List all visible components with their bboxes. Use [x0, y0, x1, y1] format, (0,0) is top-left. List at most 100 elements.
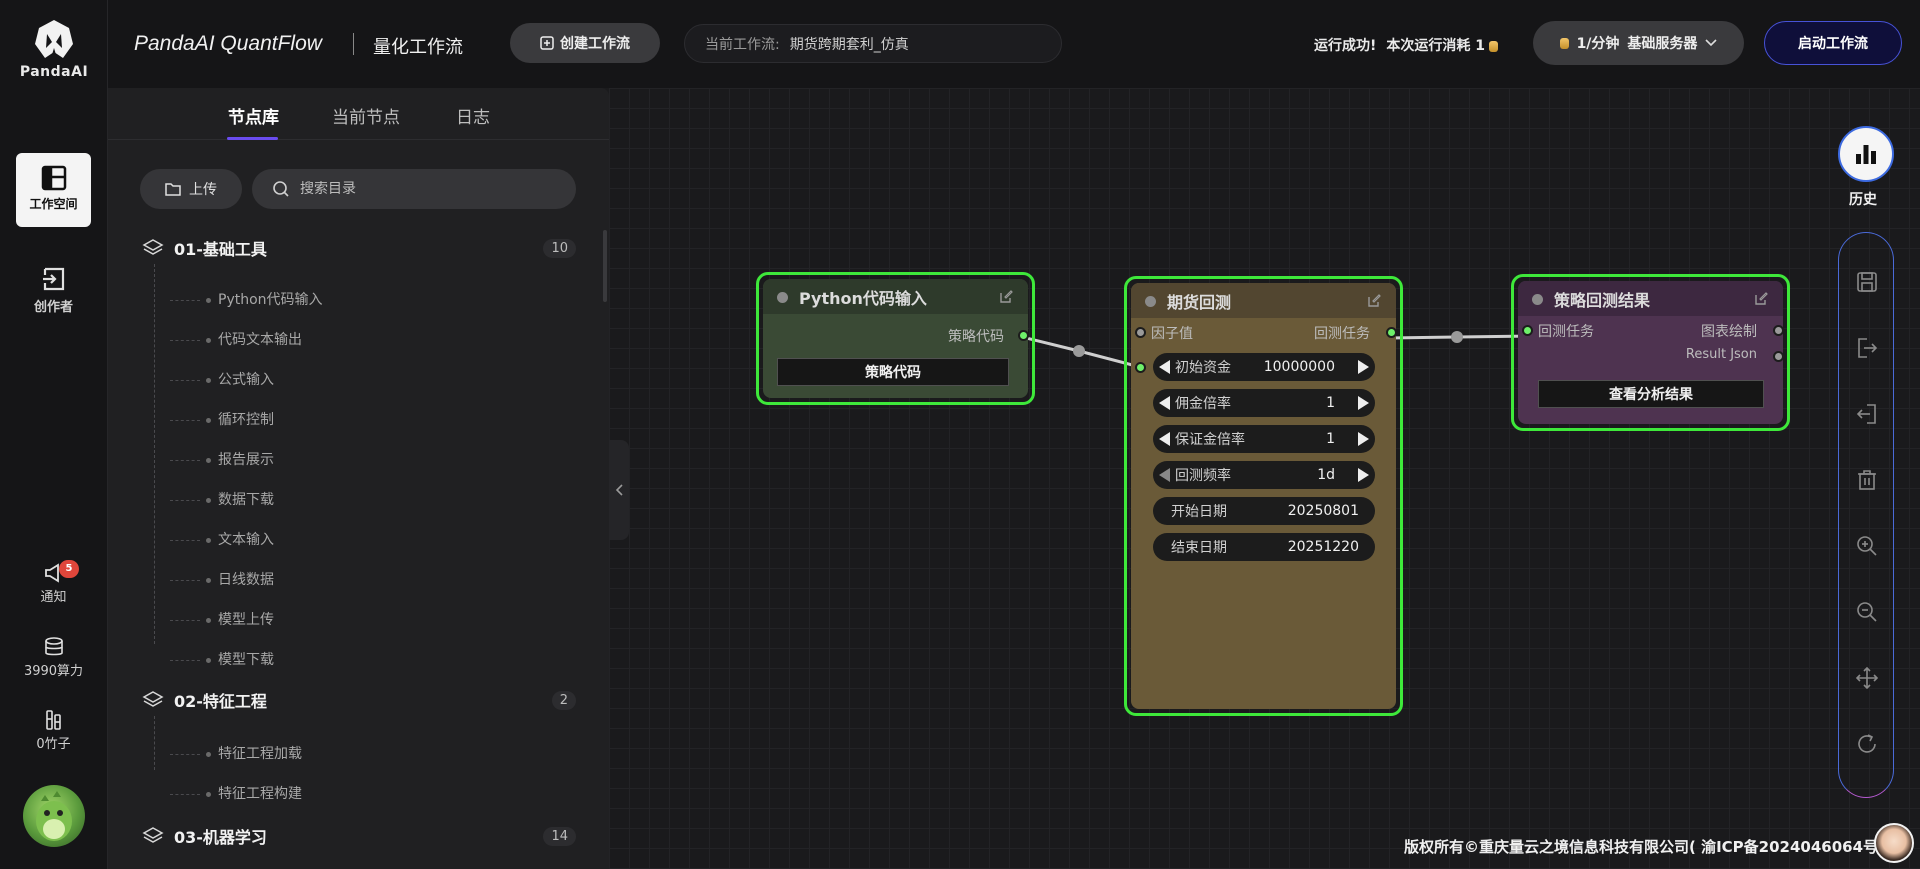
layers-icon [142, 827, 164, 843]
node-library-panel: 节点库 当前节点 日志 上传 01-基础工具 10 Python代码输入 代码文 [108, 88, 609, 869]
field-label: 开始日期 [1171, 504, 1227, 520]
end-date-field[interactable]: 结束日期 20251220 [1153, 533, 1375, 561]
category-feature-engineering[interactable]: 02-特征工程 2 [142, 686, 576, 714]
category-machine-learning[interactable]: 03-机器学习 14 [142, 822, 576, 850]
input-port[interactable] [1135, 362, 1146, 373]
list-item[interactable]: 特征工程加载 [170, 744, 302, 764]
increment-arrow-icon[interactable] [1358, 432, 1369, 446]
fit-view-icon[interactable] [1855, 666, 1879, 690]
upload-button[interactable]: 上传 [140, 169, 242, 209]
history-button[interactable] [1838, 126, 1894, 182]
output-port[interactable] [1018, 330, 1029, 341]
search-box[interactable] [252, 169, 576, 209]
list-item[interactable]: 报告展示 [170, 450, 274, 470]
list-item[interactable]: 数据下载 [170, 490, 274, 510]
tab-current-node[interactable]: 当前节点 [332, 103, 400, 128]
edit-icon[interactable] [999, 289, 1014, 304]
node-header[interactable]: 策略回测结果 [1518, 281, 1783, 316]
rail-item-compute[interactable]: 3990算力 [16, 636, 91, 679]
decrement-arrow-icon[interactable] [1159, 360, 1170, 374]
list-item[interactable]: 日线数据 [170, 570, 274, 590]
view-analysis-button[interactable]: 查看分析结果 [1538, 380, 1764, 408]
zoom-out-icon[interactable] [1855, 600, 1879, 624]
decrement-arrow-icon[interactable] [1159, 432, 1170, 446]
output-port[interactable] [1386, 327, 1397, 338]
workflow-canvas[interactable]: Python代码输入 策略代码 策略代码 期货回测 因子值 回测任务 初始资金 … [609, 88, 1920, 869]
current-workflow-field[interactable]: 当前工作流: 期货跨期套利_仿真 [684, 24, 1062, 63]
port-label: 回测任务 [1538, 324, 1594, 340]
tab-log[interactable]: 日志 [456, 103, 490, 128]
node-title: Python代码输入 [799, 288, 927, 308]
rail-item-label: 通知 [40, 590, 67, 605]
node-status-dot [1145, 296, 1156, 307]
input-port[interactable] [1522, 325, 1533, 336]
tree-connector [154, 716, 155, 770]
node-header[interactable]: 期货回测 [1131, 283, 1396, 318]
save-icon[interactable] [1855, 270, 1879, 294]
tab-node-library[interactable]: 节点库 [228, 103, 279, 128]
node-python-input[interactable]: Python代码输入 策略代码 策略代码 [756, 272, 1035, 405]
brand-divider [353, 33, 354, 55]
rail-item-creator[interactable]: 创作者 [16, 266, 91, 315]
node-futures-backtest[interactable]: 期货回测 因子值 回测任务 初始资金 10000000 佣金倍率 1 保证金倍率… [1124, 276, 1403, 716]
search-input[interactable] [300, 181, 550, 197]
brand-subtitle: 量化工作流 [373, 37, 463, 58]
user-avatar[interactable] [23, 785, 85, 847]
panel-scrollbar[interactable] [603, 230, 607, 302]
tree-connector [154, 264, 155, 644]
assistant-avatar[interactable] [1874, 823, 1914, 863]
dinosaur-avatar-icon [36, 791, 72, 841]
initial-capital-stepper[interactable]: 初始资金 10000000 [1153, 353, 1375, 381]
create-workflow-label: 创建工作流 [560, 36, 630, 52]
chevron-left-icon [615, 484, 623, 496]
list-item[interactable]: 循环控制 [170, 410, 274, 430]
increment-arrow-icon[interactable] [1358, 360, 1369, 374]
start-date-field[interactable]: 开始日期 20250801 [1153, 497, 1375, 525]
refresh-icon[interactable] [1855, 732, 1879, 756]
zoom-in-icon[interactable] [1855, 534, 1879, 558]
list-item[interactable]: 特征工程构建 [170, 784, 302, 804]
field-label: 结束日期 [1171, 540, 1227, 556]
export-icon[interactable] [1855, 336, 1879, 360]
category-count: 10 [543, 238, 576, 258]
trash-icon[interactable] [1855, 468, 1879, 492]
start-workflow-button[interactable]: 启动工作流 [1764, 21, 1902, 65]
list-item[interactable]: 模型下载 [170, 650, 274, 670]
server-select[interactable]: 1/分钟 基础服务器 [1533, 21, 1744, 65]
edit-icon[interactable] [1367, 293, 1382, 308]
node-header[interactable]: Python代码输入 [763, 279, 1028, 314]
margin-multiplier-stepper[interactable]: 保证金倍率 1 [1153, 425, 1375, 453]
field-value: 1d [1317, 467, 1335, 483]
backtest-frequency-stepper[interactable]: 回测频率 1d [1153, 461, 1375, 489]
list-item[interactable]: 模型上传 [170, 610, 274, 630]
decrement-arrow-icon[interactable] [1159, 468, 1170, 482]
layers-icon [142, 691, 164, 707]
list-item[interactable]: 公式输入 [170, 370, 274, 390]
panel-collapse-toggle[interactable] [609, 440, 629, 540]
import-icon[interactable] [1855, 402, 1879, 426]
increment-arrow-icon[interactable] [1358, 396, 1369, 410]
output-port[interactable] [1773, 351, 1784, 362]
edit-icon[interactable] [1754, 291, 1769, 306]
port-label: Result Json [1685, 347, 1757, 362]
category-basic-tools[interactable]: 01-基础工具 10 [142, 234, 576, 262]
increment-arrow-icon[interactable] [1358, 468, 1369, 482]
logo[interactable]: PandaAI [0, 18, 108, 80]
strategy-code-button[interactable]: 策略代码 [777, 358, 1009, 386]
create-workflow-button[interactable]: 创建工作流 [510, 23, 660, 63]
rail-item-bamboo[interactable]: 0竹子 [16, 709, 91, 752]
input-port[interactable] [1135, 327, 1146, 338]
list-item[interactable]: 代码文本输出 [170, 330, 302, 350]
rail-item-notify[interactable]: 5 通知 [16, 560, 91, 605]
list-item[interactable]: Python代码输入 [170, 290, 323, 310]
node-strategy-result[interactable]: 策略回测结果 回测任务 图表绘制 Result Json 查看分析结果 [1511, 274, 1790, 431]
rail-item-workspace[interactable]: 工作空间 [16, 153, 91, 227]
output-port[interactable] [1773, 325, 1784, 336]
run-status-text: 运行成功! [1314, 38, 1377, 54]
decrement-arrow-icon[interactable] [1159, 396, 1170, 410]
upload-label: 上传 [189, 182, 217, 198]
node-title: 策略回测结果 [1554, 290, 1651, 310]
list-item[interactable]: 文本输入 [170, 530, 274, 550]
commission-multiplier-stepper[interactable]: 佣金倍率 1 [1153, 389, 1375, 417]
port-label: 图表绘制 [1701, 324, 1757, 340]
